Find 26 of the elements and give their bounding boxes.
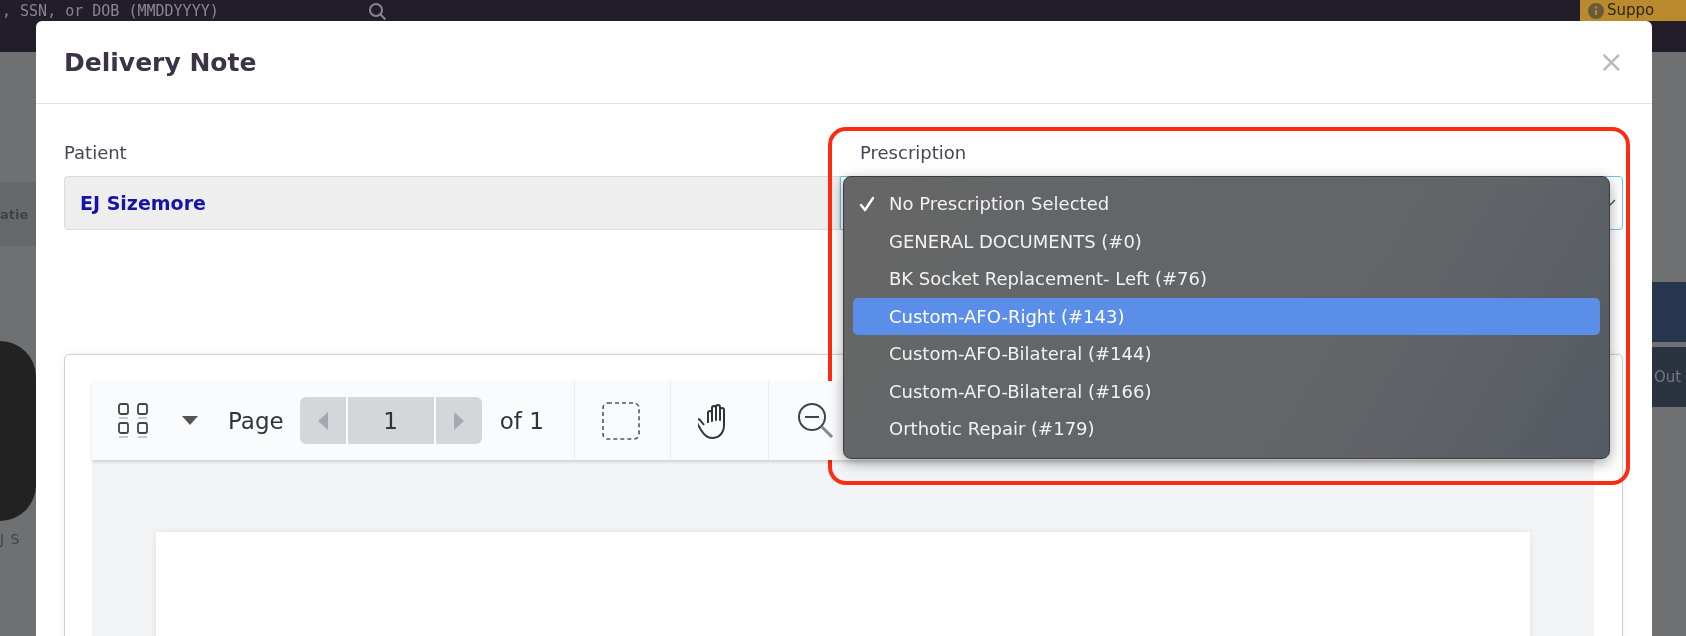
right-arrow-icon (453, 411, 464, 430)
page-number-field[interactable]: 1 (347, 397, 434, 444)
info-icon (1588, 2, 1604, 19)
modal-title: Delivery Note (64, 47, 257, 77)
menu-option[interactable]: No Prescription Selected (853, 185, 1600, 223)
left-arrow-icon (317, 411, 328, 430)
menu-option[interactable]: Custom-AFO-Bilateral (#144) (853, 335, 1600, 373)
search-icon (368, 2, 388, 22)
menu-option[interactable]: Custom-AFO-Bilateral (#166) (853, 372, 1600, 410)
patient-field: EJ Sizemore (64, 176, 840, 230)
page-label: Page (228, 407, 284, 434)
zoom-out-icon[interactable] (795, 400, 836, 441)
page-count: of 1 (499, 407, 544, 434)
menu-option[interactable]: GENERAL DOCUMENTS (#0) (853, 222, 1600, 260)
field-label: Prescription (860, 142, 967, 164)
field-label: Patient (64, 142, 127, 164)
menu-option[interactable]: Custom-AFO-Right (#143) (853, 297, 1600, 335)
thumbnails-icon[interactable] (116, 401, 150, 440)
caret-icon[interactable] (182, 416, 198, 425)
header-bar (1652, 282, 1686, 342)
support-button[interactable]: Suppo (1580, 0, 1686, 21)
menu-option[interactable]: BK Socket Replacement- Left (#76) (853, 260, 1600, 298)
selection-icon[interactable] (601, 401, 640, 440)
side-button[interactable]: Out (1652, 347, 1686, 407)
menu-option[interactable]: Orthotic Repair (#179) (853, 410, 1600, 448)
search-field[interactable]: , SSN, or DOB (MMDDYYYY) (0, 0, 320, 22)
